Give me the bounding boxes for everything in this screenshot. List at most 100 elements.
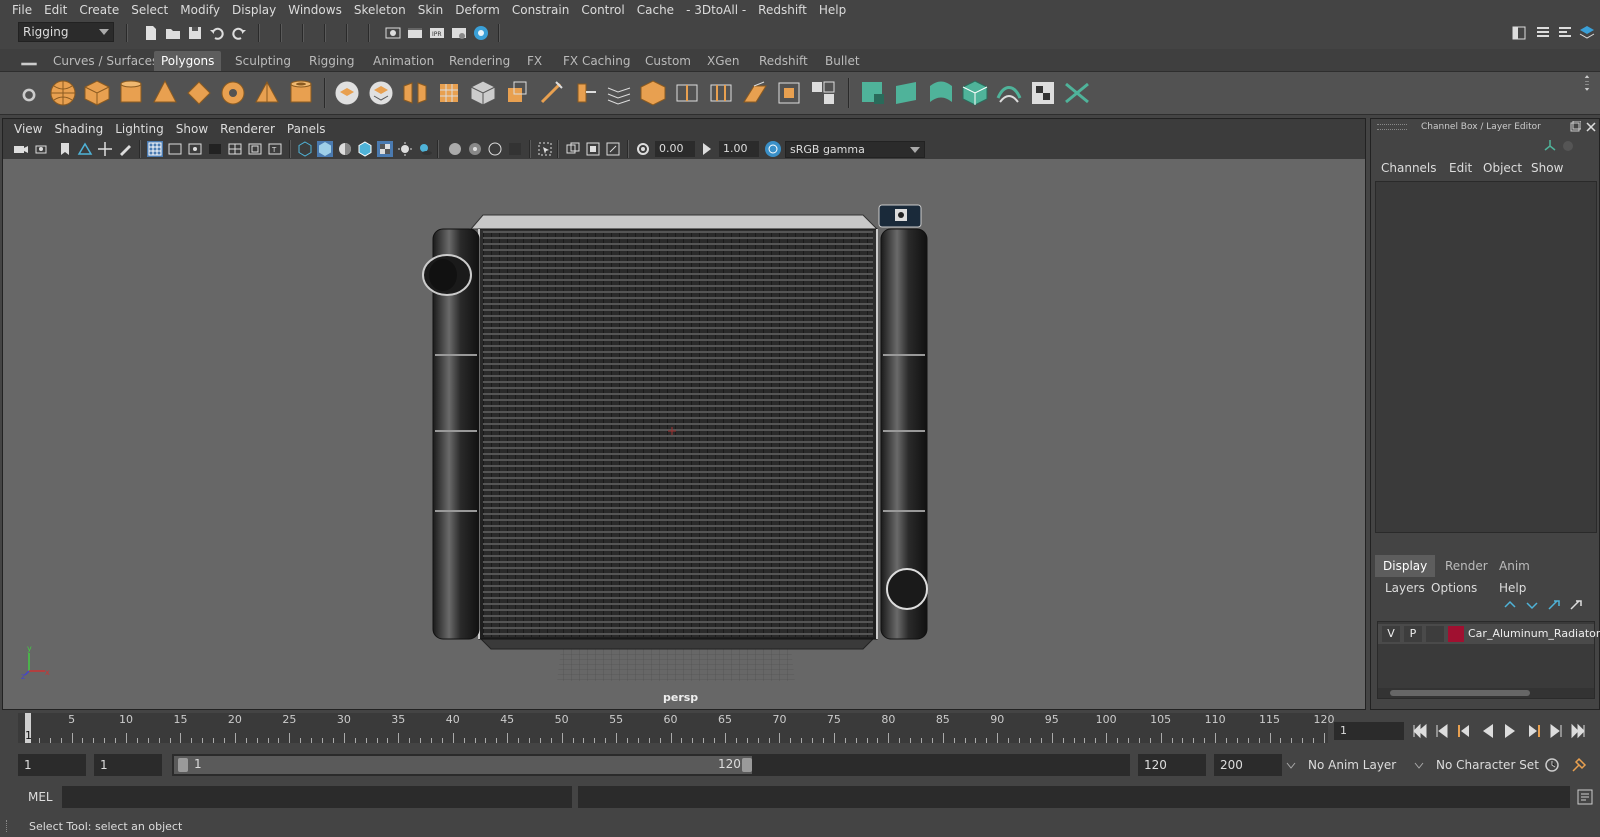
channel-box-icon[interactable] bbox=[1578, 24, 1596, 42]
menu-control[interactable]: Control bbox=[575, 3, 630, 17]
menu-lines-icon[interactable] bbox=[20, 55, 37, 66]
sphere-icon[interactable] bbox=[1561, 139, 1575, 153]
layers-menu[interactable]: Layers bbox=[1385, 581, 1425, 595]
auto-key-icon[interactable] bbox=[1543, 756, 1561, 774]
exposure-icon[interactable] bbox=[635, 141, 651, 157]
cut-sew-icon[interactable] bbox=[994, 78, 1024, 108]
bookmark-icon[interactable] bbox=[57, 141, 73, 157]
frame-all-icon[interactable] bbox=[565, 141, 581, 157]
extrude-icon[interactable] bbox=[570, 78, 600, 108]
layer-name[interactable]: Car_Aluminum_Radiator bbox=[1468, 626, 1600, 642]
exposure-field[interactable]: 0.00 bbox=[655, 141, 695, 157]
textured-icon[interactable] bbox=[377, 141, 393, 157]
insert-edge-loop-icon[interactable] bbox=[672, 78, 702, 108]
film-gate-icon[interactable] bbox=[167, 141, 183, 157]
reduce-icon[interactable] bbox=[468, 78, 498, 108]
remesh-icon[interactable] bbox=[502, 78, 532, 108]
gamma-field[interactable]: 1.00 bbox=[719, 141, 759, 157]
layer-tab-anim[interactable]: Anim bbox=[1491, 555, 1538, 577]
workspace-icon[interactable] bbox=[1510, 24, 1528, 42]
camera-attributes-icon[interactable] bbox=[35, 141, 51, 157]
start-time-field[interactable]: 1 bbox=[18, 754, 86, 776]
shadows-icon[interactable] bbox=[417, 141, 433, 157]
range-slider[interactable]: 1 120 bbox=[172, 754, 1130, 776]
layer-playback-toggle[interactable]: P bbox=[1404, 626, 1422, 642]
safe-action-icon[interactable] bbox=[247, 141, 263, 157]
shelf-tab-animation[interactable]: Animation bbox=[366, 51, 441, 71]
color-management-icon[interactable] bbox=[765, 141, 781, 157]
redo-icon[interactable] bbox=[230, 24, 248, 42]
move-layer-down-icon[interactable] bbox=[1525, 599, 1539, 611]
xray-joints-icon[interactable] bbox=[467, 141, 483, 157]
close-icon[interactable] bbox=[1585, 121, 1597, 133]
shelf-tab-xgen[interactable]: XGen bbox=[700, 51, 747, 71]
chevron-down-icon[interactable] bbox=[1414, 760, 1424, 769]
gamma-icon[interactable] bbox=[699, 141, 715, 157]
poly-cone-icon[interactable] bbox=[150, 78, 180, 108]
gate-mask-icon[interactable] bbox=[207, 141, 223, 157]
attribute-editor-icon[interactable] bbox=[1534, 24, 1552, 42]
new-scene-icon[interactable] bbox=[142, 24, 160, 42]
hypershade-icon[interactable] bbox=[472, 24, 490, 42]
chevron-down-icon[interactable] bbox=[1286, 760, 1296, 769]
separate-icon[interactable] bbox=[366, 78, 396, 108]
shelf-tab-custom[interactable]: Custom bbox=[638, 51, 698, 71]
render-view-icon[interactable] bbox=[384, 24, 402, 42]
menu-edit[interactable]: Edit bbox=[38, 3, 73, 17]
use-default-material-icon[interactable] bbox=[337, 141, 353, 157]
new-layer-icon[interactable] bbox=[1547, 599, 1561, 611]
shelf-scroll-icon[interactable] bbox=[1578, 74, 1590, 112]
channel-list[interactable] bbox=[1375, 181, 1597, 533]
wireframe-icon[interactable] bbox=[297, 141, 313, 157]
layer-tab-display[interactable]: Display bbox=[1375, 555, 1436, 577]
playback-start-field[interactable]: 1 bbox=[94, 754, 162, 776]
options-menu[interactable]: Options bbox=[1431, 581, 1477, 595]
shelf-tab-polygons[interactable]: Polygons bbox=[154, 51, 222, 71]
move-layer-up-icon[interactable] bbox=[1503, 599, 1517, 611]
go-to-end-icon[interactable] bbox=[1568, 721, 1588, 741]
uv-editor-icon[interactable] bbox=[858, 78, 888, 108]
zoom-region-icon[interactable] bbox=[605, 141, 621, 157]
tool-settings-icon[interactable] bbox=[1556, 24, 1574, 42]
color-space-dropdown[interactable]: sRGB gamma bbox=[785, 141, 925, 158]
gear-icon[interactable] bbox=[20, 86, 36, 102]
menu-cache[interactable]: Cache bbox=[631, 3, 680, 17]
menu-modify[interactable]: Modify bbox=[174, 3, 226, 17]
auto-map-icon[interactable] bbox=[960, 78, 990, 108]
menu-skin[interactable]: Skin bbox=[412, 3, 450, 17]
float-panel-icon[interactable] bbox=[1569, 120, 1582, 133]
range-start-handle[interactable] bbox=[178, 758, 188, 772]
ipr-render-icon[interactable]: IPR bbox=[428, 24, 446, 42]
poly-pipe-icon[interactable] bbox=[286, 78, 316, 108]
play-forward-icon[interactable] bbox=[1500, 721, 1520, 741]
menu-3dtoall[interactable]: - 3DtoAll - bbox=[680, 3, 752, 17]
save-scene-icon[interactable] bbox=[186, 24, 204, 42]
frame-selected-icon[interactable] bbox=[585, 141, 601, 157]
command-input[interactable] bbox=[62, 786, 572, 808]
current-frame-field[interactable]: 1 bbox=[1334, 722, 1404, 740]
smooth-shade-icon[interactable] bbox=[317, 141, 333, 157]
scrollbar-thumb[interactable] bbox=[1390, 690, 1530, 696]
layer-row[interactable]: V P Car_Aluminum_Radiator bbox=[1378, 624, 1600, 644]
layer-tab-render[interactable]: Render bbox=[1437, 555, 1496, 577]
poly-cube-icon[interactable] bbox=[82, 78, 112, 108]
anim-layer-dropdown[interactable]: No Anim Layer bbox=[1302, 754, 1422, 776]
horizontal-scrollbar[interactable] bbox=[1378, 688, 1594, 698]
bridge-icon[interactable] bbox=[604, 78, 634, 108]
viewport-menu-panels[interactable]: Panels bbox=[281, 122, 332, 136]
shelf-tab-sculpting[interactable]: Sculpting bbox=[228, 51, 298, 71]
resolution-gate-icon[interactable] bbox=[187, 141, 203, 157]
menu-display[interactable]: Display bbox=[226, 3, 282, 17]
range-slider-bar[interactable] bbox=[174, 756, 752, 774]
combine-icon[interactable] bbox=[332, 78, 362, 108]
playback-end-field[interactable]: 120 bbox=[1138, 754, 1206, 776]
channels-menu[interactable]: Channels bbox=[1381, 161, 1437, 175]
menu-redshift[interactable]: Redshift bbox=[752, 3, 813, 17]
shelf-tab-redshift[interactable]: Redshift bbox=[752, 51, 815, 71]
select-camera-icon[interactable] bbox=[13, 141, 29, 157]
script-editor-icon[interactable] bbox=[1576, 788, 1594, 806]
viewport-menu-show[interactable]: Show bbox=[170, 122, 214, 136]
menu-skeleton[interactable]: Skeleton bbox=[348, 3, 412, 17]
viewport-menu-shading[interactable]: Shading bbox=[48, 122, 109, 136]
step-back-icon[interactable] bbox=[1432, 721, 1452, 741]
